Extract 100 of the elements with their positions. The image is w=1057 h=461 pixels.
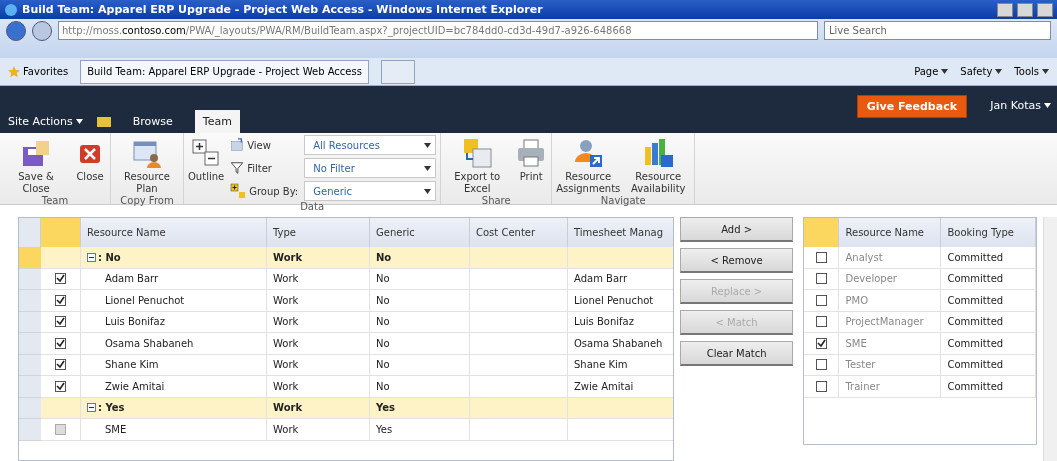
ribbon-button[interactable]: Export to Excel (445, 171, 510, 195)
column-header[interactable]: Booking Type (941, 218, 1037, 247)
checkbox[interactable] (816, 251, 827, 263)
table-cell: Tester (839, 354, 942, 376)
checkbox[interactable] (816, 359, 827, 371)
minimize-button[interactable] (997, 2, 1013, 17)
bar-chart-icon (642, 137, 675, 169)
collapse-icon[interactable] (87, 252, 96, 262)
ribbon-button[interactable]: Save & Close (4, 171, 68, 195)
checkbox[interactable] (816, 294, 827, 306)
favorites-button[interactable]: Favorites (8, 65, 69, 78)
window-title: Build Team: Apparel ERP Upgrade - Project Web Access - Windows Internet Explorer (22, 3, 544, 16)
column-header[interactable]: Resource Name (81, 218, 267, 247)
forward-button[interactable] (32, 21, 52, 41)
column-header[interactable]: Generic (370, 218, 470, 247)
ribbon-tab[interactable]: Browse (124, 110, 181, 133)
table-cell: Work (267, 376, 370, 398)
action-button[interactable]: < Remove (679, 248, 794, 273)
user-menu[interactable]: Jan Kotas (990, 99, 1051, 112)
checkbox[interactable] (55, 316, 66, 328)
command-menu[interactable]: Safety (960, 66, 1003, 77)
table-cell: Committed (941, 376, 1037, 398)
table-cell: Committed (941, 354, 1037, 376)
ribbon-button[interactable]: Resource Assignments (556, 171, 621, 195)
site-actions-menu[interactable]: Site Actions (8, 110, 83, 133)
ribbon-button[interactable]: Resource Availability (626, 171, 691, 195)
corner-cell (41, 218, 81, 247)
maximize-button[interactable] (1017, 2, 1033, 17)
action-button[interactable]: Clear Match (679, 341, 794, 366)
checkbox[interactable] (816, 273, 827, 285)
ribbon-button[interactable]: Outline (188, 171, 225, 183)
column-header[interactable]: Cost Center (470, 218, 568, 247)
scrollbar[interactable] (1043, 217, 1057, 461)
table-cell: Osama Shabaneh (81, 333, 267, 355)
table-cell: Adam Barr (81, 268, 267, 290)
ribbon-button[interactable]: Group By: (230, 183, 299, 199)
table-cell: SME (81, 419, 267, 441)
checkbox[interactable] (816, 316, 827, 328)
table-cell: PMO (839, 290, 942, 312)
caret-icon (424, 188, 432, 194)
caret-icon (1044, 103, 1051, 108)
address-field[interactable]: http://moss.contoso.com/PWA/_layouts/PWA/RM/BuildTeam.aspx?_projectUID=bc784dd0-cd3d-49d7-a926-648668 (58, 21, 818, 40)
table-cell: Yes (370, 397, 470, 419)
table-cell: Zwie Amitai (81, 376, 267, 398)
filter-icon (230, 161, 245, 175)
ribbon-button[interactable]: Filter (230, 161, 299, 175)
table-cell: No (370, 290, 470, 312)
checkbox[interactable] (55, 294, 66, 306)
column-header[interactable]: Resource Name (839, 218, 942, 247)
checkbox[interactable] (55, 273, 66, 285)
checkbox[interactable] (816, 380, 827, 392)
group-label: Team (40, 195, 70, 206)
caret-icon (424, 142, 432, 148)
command-menu[interactable]: Tools (1014, 66, 1049, 77)
table-cell: Work (267, 247, 370, 269)
folder-icon[interactable] (96, 115, 111, 127)
table-cell: No (370, 268, 470, 290)
table-cell: No (370, 333, 470, 355)
checkbox[interactable] (55, 380, 66, 392)
spreadsheet-export-icon (461, 137, 494, 169)
table-cell: Committed (941, 311, 1037, 333)
column-header[interactable]: Timesheet Manag (568, 218, 673, 247)
checkbox[interactable] (55, 359, 66, 371)
browser-tab[interactable]: Build Team: Apparel ERP Upgrade - Project Web Access (80, 59, 369, 84)
star-icon (8, 65, 20, 78)
caret-icon (995, 69, 1003, 74)
group-label: Navigate (599, 195, 647, 206)
column-header[interactable]: Type (267, 218, 370, 247)
action-button[interactable]: Add > (679, 217, 794, 242)
dropdown[interactable]: Generic (304, 181, 437, 201)
table-cell: No (370, 376, 470, 398)
browser-logo-icon (4, 2, 18, 17)
table-cell: Work (267, 354, 370, 376)
table-cell: ProjectManager (839, 311, 942, 333)
ribbon-button[interactable]: Print (519, 171, 543, 183)
ribbon-tab[interactable]: Team (194, 110, 240, 133)
group-label: Share (480, 195, 512, 206)
ribbon-button[interactable]: Resource Plan (115, 171, 179, 195)
caret-icon (75, 119, 83, 124)
ribbon-button[interactable]: Close (76, 171, 104, 183)
table-cell: Committed (941, 268, 1037, 290)
view-icon (230, 138, 245, 152)
table-cell: Lionel Penuchot (81, 290, 267, 312)
back-button[interactable] (6, 21, 26, 41)
group-label: Data (299, 201, 326, 212)
group-icon (230, 183, 247, 199)
dropdown[interactable]: No Filter (304, 158, 437, 178)
table-cell: Analyst (839, 247, 942, 269)
checkbox[interactable] (816, 337, 827, 349)
checkbox[interactable] (55, 337, 66, 349)
collapse-icon[interactable] (87, 403, 96, 413)
ribbon-button[interactable]: View (230, 138, 299, 152)
command-menu[interactable]: Page (914, 66, 949, 77)
close-button[interactable] (1037, 2, 1053, 17)
table-cell: No (370, 311, 470, 333)
feedback-button[interactable]: Give Feedback (856, 95, 967, 118)
dropdown[interactable]: All Resources (304, 135, 437, 155)
search-field[interactable]: Live Search (824, 21, 1051, 40)
table-cell: Committed (941, 247, 1037, 269)
table-cell: Developer (839, 268, 942, 290)
